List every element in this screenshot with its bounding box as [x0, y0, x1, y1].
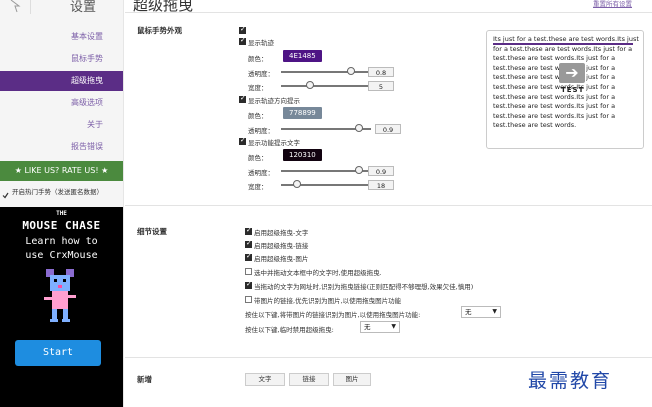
add-text-button[interactable]: 文字: [245, 373, 285, 386]
slider-knob[interactable]: [306, 81, 314, 89]
ad-line-1: Learn how to: [25, 236, 98, 247]
drag-link-label: 启用超级拖曳-链接: [254, 242, 309, 250]
action-color-label: 颜色：: [248, 154, 268, 162]
disable-key-select[interactable]: 无 ▼: [360, 321, 400, 333]
slider-knob[interactable]: [355, 166, 363, 174]
action-width-slider[interactable]: [281, 180, 371, 190]
trail-width-label: 宽度：: [248, 84, 268, 92]
action-text-label: 显示功能提示文字: [248, 139, 300, 147]
divider: [125, 12, 652, 13]
trail-width-value[interactable]: 5: [368, 81, 394, 91]
direction-color-label: 颜色：: [248, 112, 268, 120]
new-section-label: 新增: [137, 375, 152, 384]
cursor-icon: [0, 0, 31, 14]
trail-opacity-value[interactable]: 0.8: [368, 67, 394, 77]
drag-image-label: 启用超级拖曳-图片: [254, 255, 309, 263]
drag-text-label: 启用超级拖曳-文字: [254, 229, 309, 237]
direction-opacity-label: 透明度：: [248, 127, 274, 135]
direction-checkbox[interactable]: [239, 94, 246, 103]
disable-key-label: 按住以下键,临时禁用超级拖曳:: [245, 326, 334, 334]
textbox-drag-label: 选中并拖动文本框中的文字时,使用超级拖曳.: [254, 269, 382, 277]
mouse-mascot-icon: [44, 269, 76, 322]
watermark: 最需教育: [528, 370, 613, 392]
action-opacity-slider[interactable]: [281, 166, 371, 176]
drag-image-checkbox[interactable]: [245, 252, 252, 261]
sidebar-title: 设置: [70, 0, 97, 15]
slider-knob[interactable]: [347, 67, 355, 75]
add-image-button[interactable]: 图片: [333, 373, 371, 386]
action-text-checkbox[interactable]: [239, 136, 246, 145]
url-as-link-label: 当拖动的文字为网址时,识别为拖曳链接(正则匹配得不够理想,效果欠佳,慎用): [254, 283, 474, 291]
url-as-link-checkbox[interactable]: [245, 280, 252, 289]
sidebar-item-gesture[interactable]: 鼠标手势: [0, 49, 123, 69]
arrow-right-icon: ➔: [559, 63, 585, 83]
hot-gesture-label: 开启热门手势（发送匿名数据）: [12, 188, 103, 196]
detail-section-label: 细节设置: [137, 227, 167, 236]
mouse-chase-ad: THE MOUSE CHASE Learn how to use CrxMous…: [0, 207, 123, 407]
gesture-preview: Its just for a test.these are test words…: [486, 30, 644, 149]
reset-all-link[interactable]: 重置所有设置: [593, 0, 632, 8]
ad-the: THE: [56, 210, 67, 217]
trail-opacity-slider[interactable]: [281, 67, 371, 77]
gesture-trail-line: [493, 43, 633, 45]
direction-color-swatch[interactable]: 778899: [283, 107, 322, 119]
drag-text-checkbox[interactable]: [245, 226, 252, 235]
image-key-label: 按住以下键,将带图片的链接识别为图片,以使用拖曳图片功能:: [245, 311, 421, 319]
trail-checkbox[interactable]: [239, 36, 246, 45]
action-width-value[interactable]: 18: [368, 180, 394, 190]
action-opacity-label: 透明度：: [248, 169, 274, 177]
ad-start-button[interactable]: Start: [15, 340, 101, 366]
slider-knob[interactable]: [355, 124, 363, 132]
drag-link-checkbox[interactable]: [245, 239, 252, 248]
gesture-section-label: 鼠标手势外观: [137, 26, 182, 35]
ad-title: MOUSE CHASE: [22, 219, 101, 232]
chevron-down-icon: ▼: [391, 323, 396, 330]
image-link-label: 带图片的链接,优先识别为图片,以使用拖曳图片功能: [254, 297, 402, 305]
add-link-button[interactable]: 链接: [289, 373, 329, 386]
disable-key-value: 无: [364, 323, 371, 331]
image-link-checkbox[interactable]: [245, 296, 252, 303]
direction-opacity-value[interactable]: 0.9: [375, 124, 401, 134]
slider-track: [281, 85, 371, 87]
sidebar-header: 设置: [0, 0, 123, 15]
trail-width-slider[interactable]: [281, 81, 371, 91]
trail-label: 显示轨迹: [248, 39, 274, 47]
sidebar-item-superdrag[interactable]: 超级拖曳: [0, 71, 123, 91]
direction-opacity-slider[interactable]: [281, 124, 371, 134]
sidebar: 设置 基本设置 鼠标手势 超级拖曳 高级选项 关于 报告错误 ★ LIKE US…: [0, 0, 124, 407]
image-key-select[interactable]: 无 ▼: [461, 306, 501, 318]
image-key-value: 无: [465, 308, 472, 316]
action-color-swatch[interactable]: 120310: [283, 149, 322, 161]
textbox-drag-checkbox[interactable]: [245, 268, 252, 275]
trail-color-swatch[interactable]: 4E1485: [283, 50, 322, 62]
divider: [125, 205, 652, 206]
trail-opacity-label: 透明度：: [248, 70, 274, 78]
hot-gesture-option[interactable]: 开启热门手势（发送匿名数据）: [0, 184, 123, 200]
slider-knob[interactable]: [293, 180, 301, 188]
hot-gesture-checkbox[interactable]: [2, 189, 9, 198]
sidebar-item-about[interactable]: 关于: [0, 115, 123, 135]
rate-us-banner[interactable]: ★ LIKE US? RATE US! ★: [0, 161, 123, 181]
sidebar-item-basic[interactable]: 基本设置: [0, 27, 123, 47]
direction-label: 显示轨迹方向提示: [248, 97, 300, 105]
action-opacity-value[interactable]: 0.9: [368, 166, 394, 176]
action-width-label: 宽度：: [248, 183, 268, 191]
divider: [125, 357, 652, 358]
gesture-enable-checkbox[interactable]: [239, 25, 246, 34]
chevron-down-icon: ▼: [492, 308, 497, 315]
sidebar-item-report[interactable]: 报告错误: [0, 137, 123, 157]
sidebar-nav: 基本设置 鼠标手势 超级拖曳 高级选项 关于 报告错误: [0, 27, 123, 159]
trail-color-label: 颜色：: [248, 55, 268, 63]
ad-line-2: use CrxMouse: [25, 250, 98, 261]
preview-test-label: TEST: [561, 86, 585, 94]
sidebar-item-advanced[interactable]: 高级选项: [0, 93, 123, 113]
slider-track: [281, 71, 371, 73]
